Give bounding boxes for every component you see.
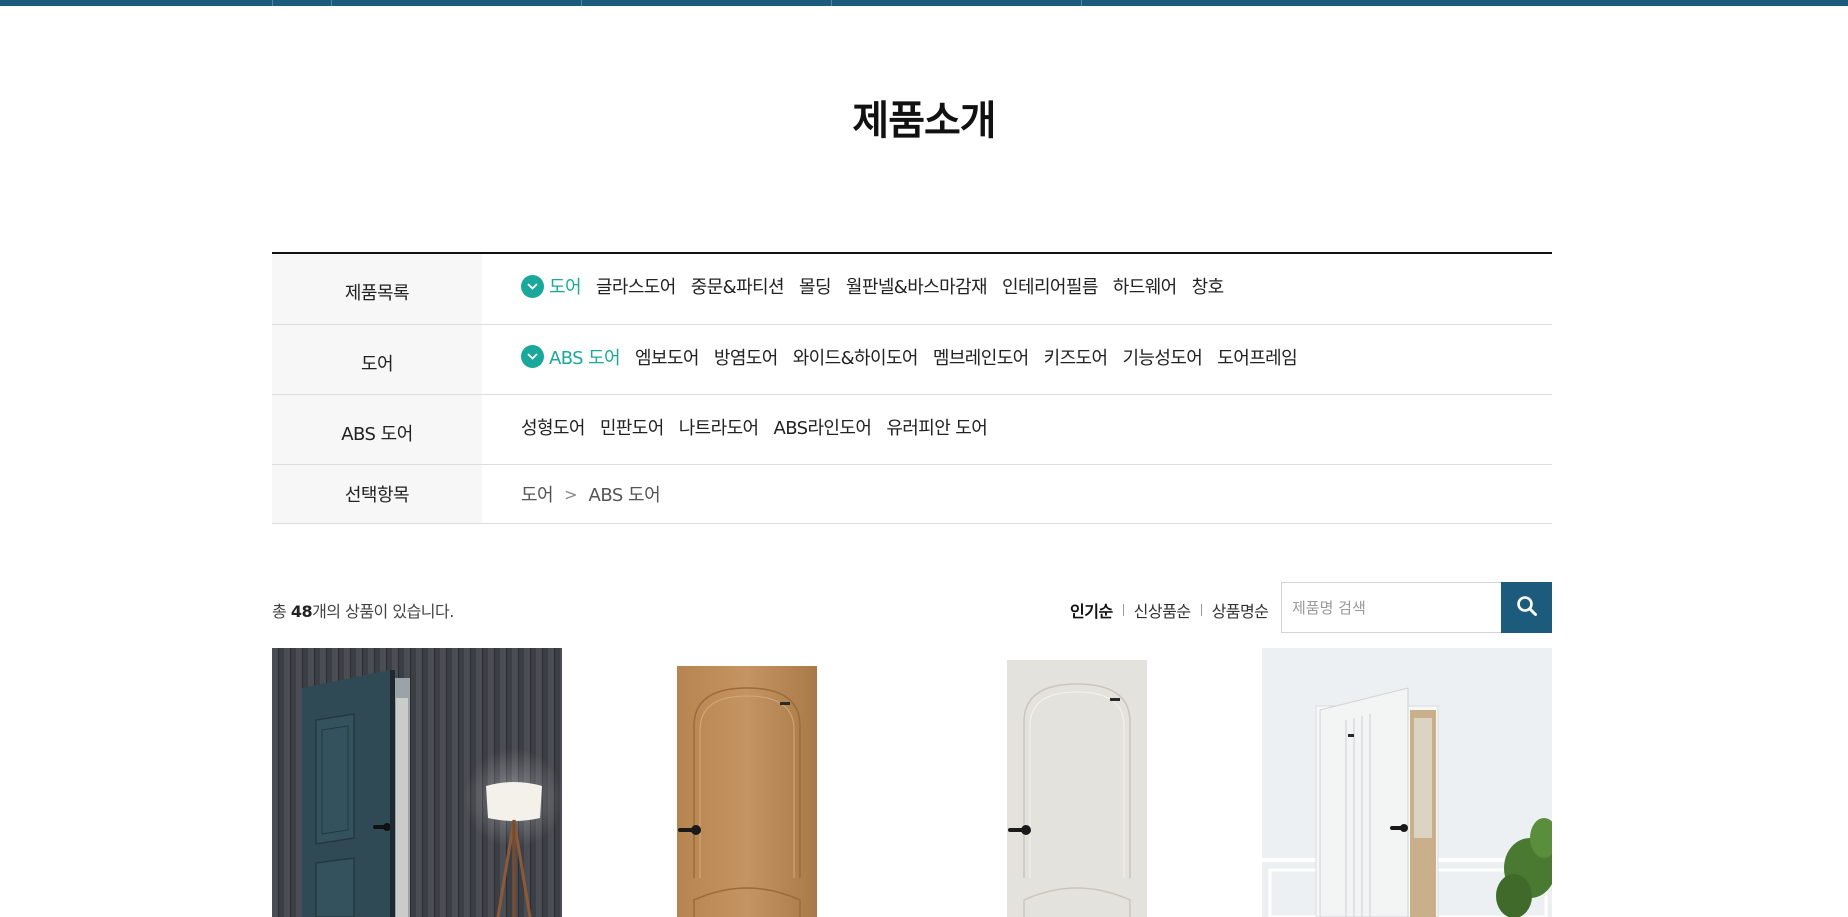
sort-options: 인기순 신상품순 상품명순 — [1070, 598, 1269, 622]
filter-row-items: ABS 도어 엠보도어 방염도어 와이드&하이도어 멤브레인도어 키즈도어 기능… — [482, 325, 1552, 394]
subcategory-item-emboss-door[interactable]: 엠보도어 — [635, 344, 699, 370]
product-image — [272, 648, 562, 917]
chevron-down-icon — [521, 345, 544, 368]
nav-divider — [831, 0, 832, 6]
category-item-glass-door[interactable]: 글라스도어 — [596, 273, 676, 299]
nav-divider — [581, 0, 582, 6]
filter-row-selected: 선택항목 도어 > ABS 도어 — [272, 465, 1552, 524]
filter-row-door: 도어 ABS 도어 엠보도어 방염도어 와이드&하이도어 멤브레인도어 키즈도어… — [272, 325, 1552, 395]
product-count-suffix: 개의 상품이 있습니다. — [312, 602, 454, 621]
filter-row-items: 도어 글라스도어 중문&파티션 몰딩 월판넬&바스마감재 인테리어필름 하드웨어… — [482, 254, 1552, 324]
category-item-wall-panel[interactable]: 월판넬&바스마감재 — [846, 273, 988, 299]
search-icon — [1516, 595, 1538, 620]
sort-popular[interactable]: 인기순 — [1070, 598, 1113, 622]
nav-divider — [1081, 0, 1082, 6]
product-card[interactable] — [930, 648, 1220, 917]
product-card[interactable] — [1262, 648, 1552, 917]
category-item-molding[interactable]: 몰딩 — [799, 273, 832, 299]
category-filter-table: 제품목록 도어 글라스도어 중문&파티션 몰딩 월판넬&바스마감재 인테리어필름… — [272, 252, 1552, 524]
category-item-partition[interactable]: 중문&파티션 — [691, 273, 785, 299]
type-item-abs-line-door[interactable]: ABS라인도어 — [774, 414, 872, 440]
sort-name[interactable]: 상품명순 — [1212, 598, 1269, 622]
product-count: 총 48개의 상품이 있습니다. — [272, 598, 454, 622]
nav-divider — [272, 0, 273, 6]
sort-divider — [1200, 604, 1202, 616]
search-input[interactable] — [1281, 582, 1501, 633]
selected-breadcrumb: 도어 > ABS 도어 — [482, 465, 1552, 523]
product-count-number: 48 — [290, 602, 313, 621]
chevron-down-icon — [521, 274, 544, 298]
type-item-european-door[interactable]: 유러피안 도어 — [886, 414, 987, 440]
subcategory-item-abs-door[interactable]: ABS 도어 — [521, 344, 621, 370]
filter-row-abs-door: ABS 도어 성형도어 민판도어 나트라도어 ABS라인도어 유러피안 도어 — [272, 395, 1552, 465]
filter-row-header: ABS 도어 — [272, 395, 482, 464]
type-item-molded-door[interactable]: 성형도어 — [521, 414, 585, 440]
subcategory-item-membrane-door[interactable]: 멤브레인도어 — [933, 344, 1029, 370]
type-item-flat-door[interactable]: 민판도어 — [600, 414, 664, 440]
subcategory-item-door-frame[interactable]: 도어프레임 — [1217, 344, 1297, 370]
filter-row-header: 제품목록 — [272, 254, 482, 324]
category-item-door[interactable]: 도어 — [521, 273, 582, 299]
category-item-hardware[interactable]: 하드웨어 — [1113, 273, 1177, 299]
filter-row-header: 도어 — [272, 325, 482, 394]
subcategory-item-label: ABS 도어 — [549, 347, 621, 369]
type-item-natra-door[interactable]: 나트라도어 — [679, 414, 759, 440]
top-navigation-bar — [0, 0, 1848, 6]
breadcrumb-separator: > — [564, 484, 578, 504]
product-count-prefix: 총 — [272, 602, 291, 621]
product-search — [1281, 582, 1552, 633]
product-card[interactable] — [600, 648, 890, 917]
product-image — [677, 666, 817, 917]
page-title: 제품소개 — [852, 98, 996, 144]
product-card[interactable] — [272, 648, 562, 917]
category-item-interior-film[interactable]: 인테리어필름 — [1002, 273, 1098, 299]
nav-divider — [331, 0, 332, 6]
sort-newest[interactable]: 신상품순 — [1134, 598, 1191, 622]
filter-row-product-list: 제품목록 도어 글라스도어 중문&파티션 몰딩 월판넬&바스마감재 인테리어필름… — [272, 254, 1552, 325]
subcategory-item-fireproof-door[interactable]: 방염도어 — [714, 344, 778, 370]
sort-divider — [1122, 604, 1124, 616]
filter-row-header: 선택항목 — [272, 465, 482, 523]
product-image — [1007, 660, 1147, 917]
search-button[interactable] — [1501, 582, 1552, 633]
breadcrumb-item[interactable]: ABS 도어 — [589, 481, 661, 507]
subcategory-item-wide-high-door[interactable]: 와이드&하이도어 — [793, 344, 919, 370]
subcategory-item-functional-door[interactable]: 기능성도어 — [1122, 344, 1202, 370]
breadcrumb-item[interactable]: 도어 — [521, 481, 554, 507]
product-image — [1262, 648, 1552, 917]
category-item-window[interactable]: 창호 — [1192, 273, 1225, 299]
category-item-label: 도어 — [549, 277, 582, 298]
subcategory-item-kids-door[interactable]: 키즈도어 — [1044, 344, 1108, 370]
filter-row-items: 성형도어 민판도어 나트라도어 ABS라인도어 유러피안 도어 — [482, 395, 1552, 464]
